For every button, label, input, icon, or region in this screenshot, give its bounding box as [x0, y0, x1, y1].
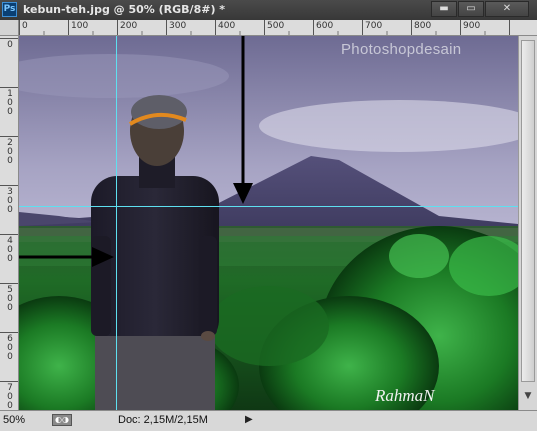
scrollbar-thumb[interactable]	[521, 40, 535, 382]
status-options-icon[interactable]: ◐◑	[52, 414, 72, 426]
ruler-label-800: 800	[414, 21, 432, 31]
status-menu-arrow-icon[interactable]: ▶	[245, 414, 253, 425]
scroll-down-icon[interactable]: ▼	[521, 388, 535, 404]
ruler-label-900: 900	[463, 21, 481, 31]
document-title-bar[interactable]: Ps kebun-teh.jpg @ 50% (RGB/8#) * ▬ ▭ ✕	[0, 0, 537, 21]
minimize-button[interactable]: ▬	[431, 1, 457, 17]
ruler-label-400: 400	[218, 21, 236, 31]
maximize-icon: ▭	[466, 3, 476, 14]
ruler-label-100: 100	[71, 21, 89, 31]
tea-plantation-photo	[19, 36, 518, 410]
vruler-label-100: 1 0 0	[7, 89, 13, 117]
vruler-label-0: 0	[7, 40, 13, 50]
minimize-icon: ▬	[439, 3, 449, 14]
vruler-label-400: 4 0 0	[7, 236, 13, 264]
horizontal-ruler[interactable]: 0 100 200 300 400 500 600 700 800 900	[19, 20, 537, 36]
ruler-label-500: 500	[267, 21, 285, 31]
document-size-info: Doc: 2,15M/2,15M	[118, 414, 208, 426]
ruler-label-200: 200	[120, 21, 138, 31]
close-button[interactable]: ✕	[485, 1, 529, 17]
vruler-label-300: 3 0 0	[7, 187, 13, 215]
watermark-logo: Photoshopdesain	[341, 41, 462, 58]
ruler-label-700: 700	[365, 21, 383, 31]
maximize-button[interactable]: ▭	[458, 1, 484, 17]
document-canvas[interactable]: Photoshopdesain RahmaN	[19, 36, 518, 410]
photoshop-app-icon: Ps	[2, 2, 17, 17]
vertical-scrollbar[interactable]: ▼	[518, 36, 537, 410]
status-bar: 50% ◐◑ Doc: 2,15M/2,15M ▶	[0, 410, 537, 431]
ruler-origin-corner[interactable]	[0, 20, 19, 36]
ruler-label-600: 600	[316, 21, 334, 31]
vruler-label-600: 6 0 0	[7, 334, 13, 362]
vruler-label-200: 2 0 0	[7, 138, 13, 166]
zoom-level-field[interactable]: 50%	[3, 413, 45, 428]
signature: RahmaN	[375, 386, 435, 405]
close-icon: ✕	[502, 3, 512, 14]
vruler-label-700: 7 0 0	[7, 383, 13, 411]
ruler-label-0: 0	[22, 21, 28, 31]
vertical-ruler[interactable]: 0 1 0 0 2 0 0 3 0 0 4 0 0 5 0 0 6 0 0 7 …	[0, 36, 19, 410]
document-title: kebun-teh.jpg @ 50% (RGB/8#) *	[23, 3, 226, 16]
vruler-label-500: 5 0 0	[7, 285, 13, 313]
ruler-label-300: 300	[169, 21, 187, 31]
